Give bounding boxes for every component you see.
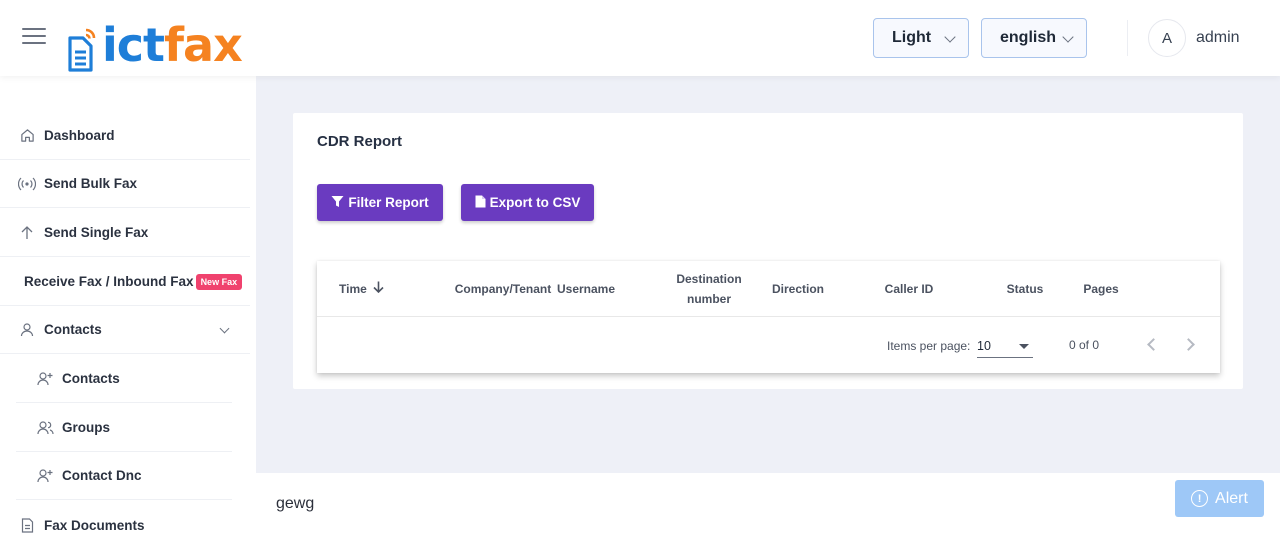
- sidebar-item-label: Send Single Fax: [44, 225, 149, 240]
- theme-select-value: Light: [892, 29, 932, 46]
- items-per-page-select[interactable]: 10: [977, 336, 1033, 358]
- menu-toggle-icon[interactable]: [22, 28, 46, 46]
- sidebar-item-label: Send Bulk Fax: [44, 176, 138, 191]
- chevron-down-icon: [944, 31, 956, 43]
- user-name[interactable]: admin: [1196, 29, 1240, 47]
- broadcast-icon: [18, 175, 36, 193]
- sidebar-item-send-single-fax[interactable]: Send Single Fax: [0, 209, 250, 257]
- alert-button-label: Alert: [1215, 489, 1248, 507]
- language-select-value: english: [1000, 29, 1057, 46]
- cdr-table: Time Company/Tenant Username Destination…: [317, 261, 1220, 373]
- chevron-down-icon: [1062, 31, 1074, 43]
- export-csv-label: Export to CSV: [489, 195, 581, 210]
- previous-page-button[interactable]: [1145, 337, 1161, 353]
- column-header-company-tenant[interactable]: Company/Tenant: [447, 261, 559, 317]
- column-header-destination-number[interactable]: Destination number: [667, 261, 751, 317]
- column-header-caller-id[interactable]: Caller ID: [877, 261, 941, 317]
- paginator: Items per page: 10 0 of 0: [317, 317, 1220, 373]
- column-header-status[interactable]: Status: [999, 261, 1051, 317]
- sidebar-subitem-contact-dnc[interactable]: Contact Dnc: [16, 452, 232, 500]
- sort-arrow-down-icon: [373, 279, 384, 299]
- page-range-label: 0 of 0: [1069, 338, 1100, 352]
- page-title: CDR Report: [317, 133, 402, 150]
- sidebar-item-label: Contact Dnc: [62, 468, 142, 483]
- cdr-report-card: CDR Report Filter Report Export to CSV T…: [293, 113, 1243, 389]
- sidebar-item-label: Fax Documents: [44, 517, 145, 533]
- sidebar-subitem-contacts[interactable]: Contacts: [16, 355, 232, 403]
- table-header: Time Company/Tenant Username Destination…: [317, 261, 1220, 317]
- sidebar-item-send-bulk-fax[interactable]: Send Bulk Fax: [0, 160, 250, 208]
- items-per-page-label: Items per page:: [887, 339, 971, 353]
- users-icon: [36, 419, 54, 437]
- footer-text: gewg: [276, 495, 315, 512]
- next-page-button[interactable]: [1182, 337, 1199, 353]
- alert-button[interactable]: ! Alert: [1175, 480, 1264, 517]
- fax-document-icon: [66, 26, 98, 72]
- user-plus-icon: [36, 467, 54, 485]
- footer: gewg: [256, 473, 1280, 533]
- sidebar-item-fax-documents[interactable]: Fax Documents: [0, 501, 250, 533]
- filter-report-button[interactable]: Filter Report: [317, 184, 443, 221]
- document-icon: [18, 516, 36, 533]
- sidebar-item-label: Dashboard: [44, 128, 115, 143]
- home-icon: [18, 127, 36, 145]
- sidebar-item-dashboard[interactable]: Dashboard: [0, 112, 250, 160]
- sidebar-item-label: Contacts: [62, 371, 120, 386]
- sidebar-item-label: Receive Fax / Inbound Fax: [24, 274, 194, 289]
- column-header-time[interactable]: Time: [339, 261, 397, 317]
- sidebar: Dashboard Send Bulk Fax Send Single Fax …: [0, 76, 256, 533]
- sidebar-subitem-groups[interactable]: Groups: [16, 404, 232, 452]
- new-fax-badge: New Fax: [195, 273, 243, 290]
- file-icon: [475, 195, 486, 211]
- chevron-down-icon[interactable]: [219, 323, 230, 334]
- user-plus-icon: [36, 370, 54, 388]
- top-header: ictfax Light english A admin: [0, 0, 1280, 76]
- chevron-left-icon: [1147, 338, 1160, 351]
- sidebar-item-label: Contacts: [44, 322, 102, 337]
- items-per-page-value: 10: [977, 339, 991, 353]
- avatar[interactable]: A: [1148, 19, 1186, 57]
- theme-select[interactable]: Light: [873, 18, 969, 58]
- export-csv-button[interactable]: Export to CSV: [461, 184, 594, 221]
- dropdown-caret-icon: [1019, 344, 1029, 349]
- sidebar-item-receive-fax[interactable]: Receive Fax / Inbound Fax New Fax: [0, 258, 250, 306]
- header-divider: [1127, 20, 1128, 56]
- column-header-direction[interactable]: Direction: [763, 261, 833, 317]
- logo-text-fax: fax: [164, 18, 243, 72]
- logo-text-ict: ict: [102, 18, 165, 72]
- filter-icon: [331, 195, 344, 211]
- column-header-username[interactable]: Username: [555, 261, 617, 317]
- arrow-up-icon: [18, 224, 36, 242]
- alert-circle-icon: !: [1191, 490, 1209, 507]
- filter-report-label: Filter Report: [348, 195, 429, 210]
- language-select[interactable]: english: [981, 18, 1087, 58]
- user-icon: [18, 321, 36, 339]
- sidebar-item-contacts[interactable]: Contacts: [0, 306, 250, 354]
- app-logo[interactable]: ictfax: [66, 6, 243, 72]
- column-header-pages[interactable]: Pages: [1077, 261, 1125, 317]
- chevron-right-icon: [1182, 338, 1195, 351]
- sidebar-item-label: Groups: [62, 420, 111, 435]
